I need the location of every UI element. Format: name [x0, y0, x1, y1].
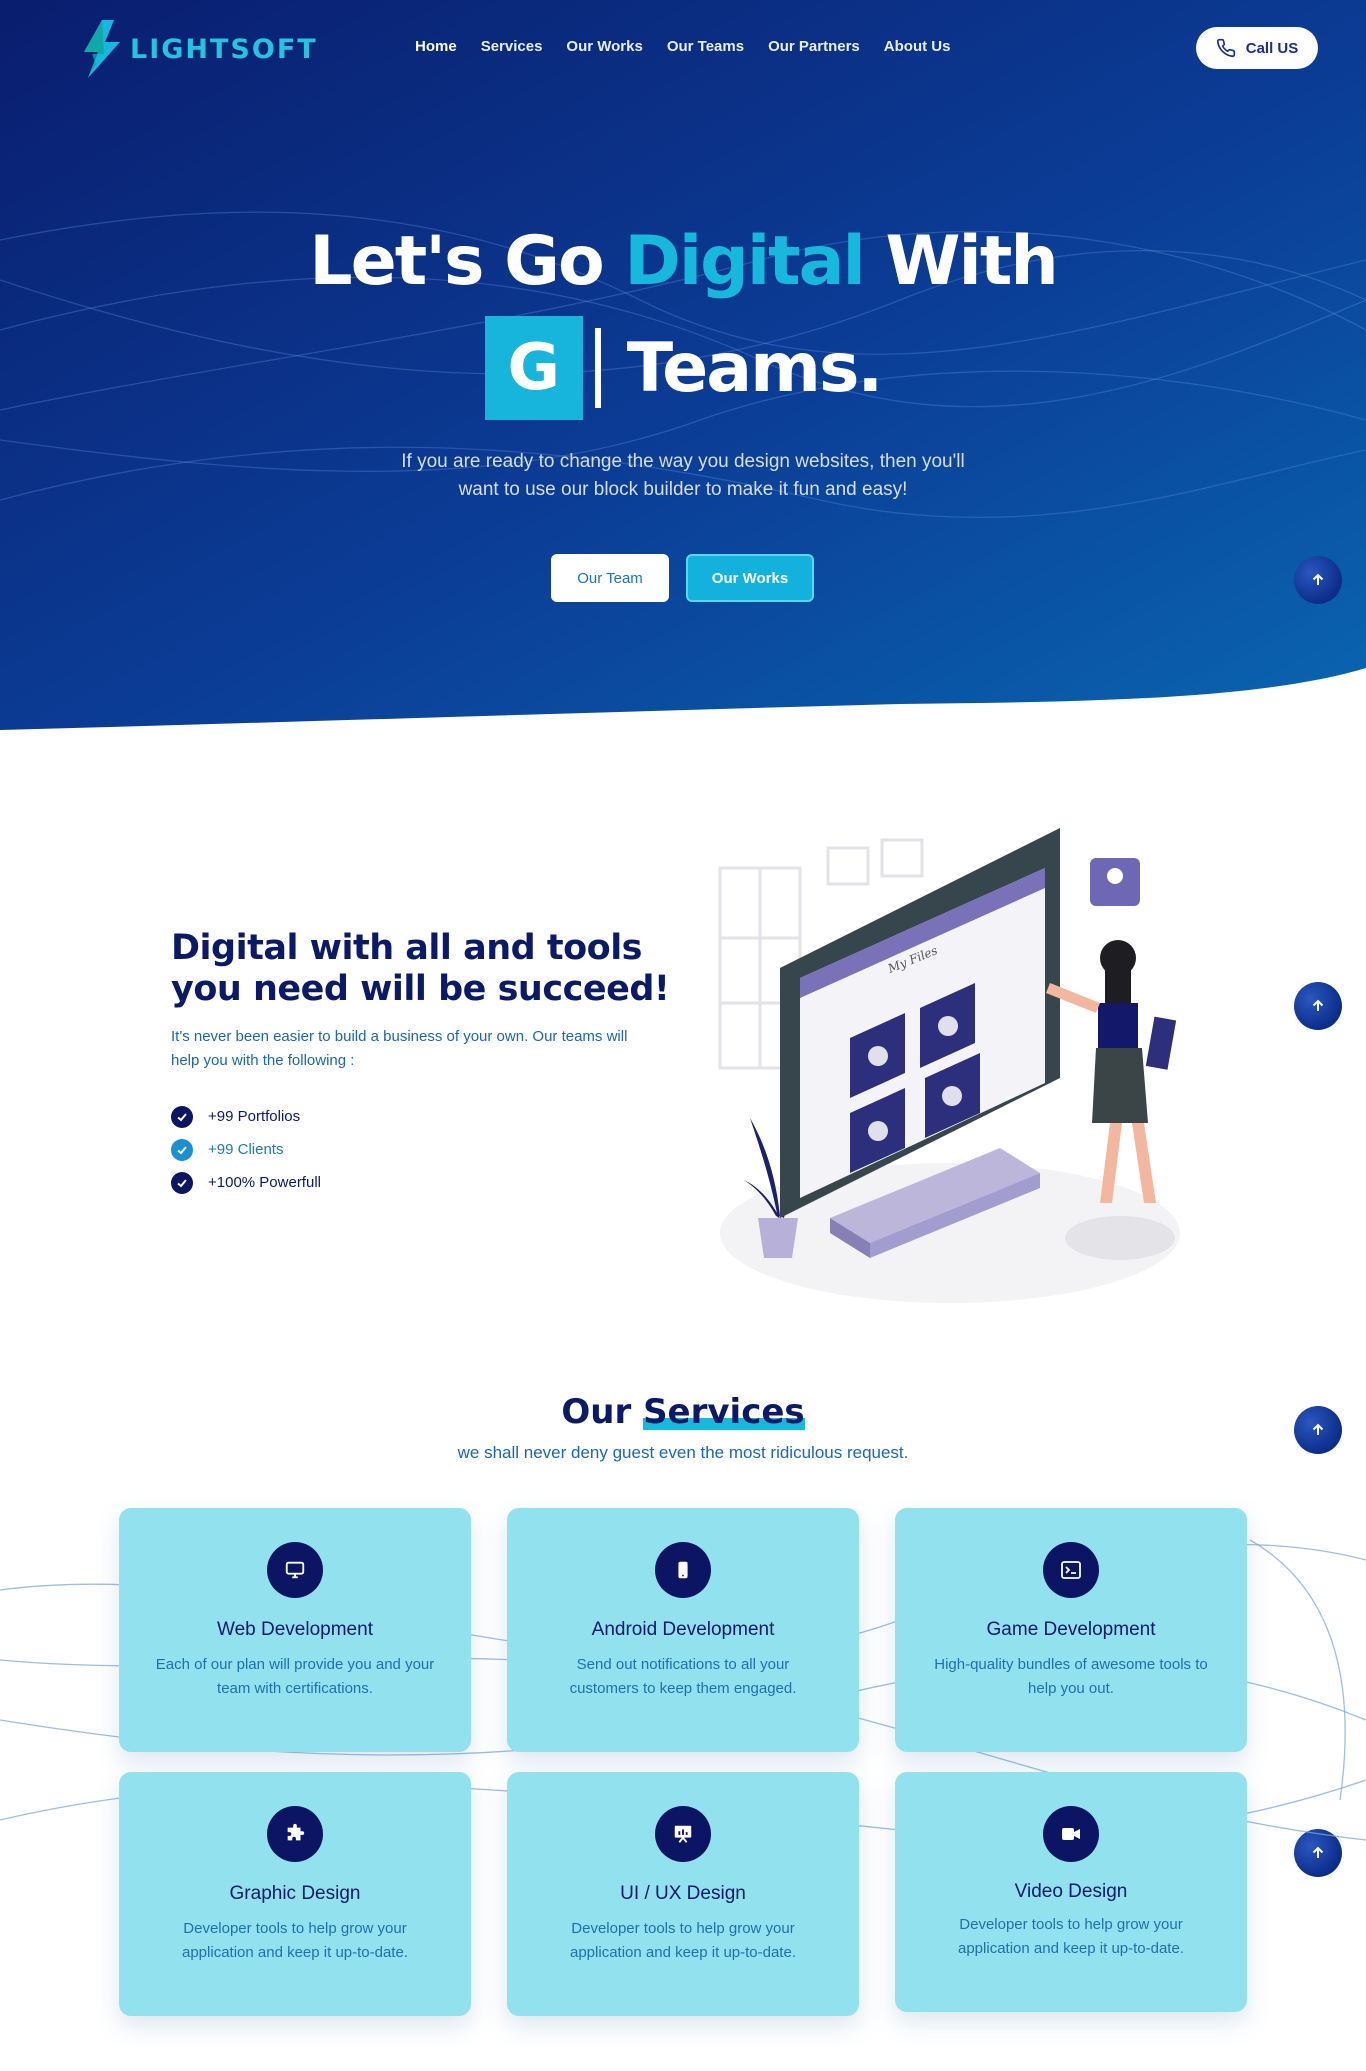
page: LIGHTSOFT Home Services Our Works Our Te…	[0, 0, 1366, 2071]
hero-section: LIGHTSOFT Home Services Our Works Our Te…	[0, 0, 1366, 740]
feature-title-line1: Digital with all and tools	[171, 928, 643, 968]
service-title: Video Design	[1014, 1881, 1128, 1902]
list-item-label: +99 Portfolios	[208, 1108, 301, 1125]
service-description: Each of our plan will provide you and yo…	[155, 1656, 435, 1697]
our-works-button[interactable]: Our Works	[686, 554, 814, 602]
service-title: UI / UX Design	[620, 1883, 746, 1904]
digital-files-illustration: My Files	[718, 828, 1180, 1303]
service-description: Developer tools to help grow your applic…	[958, 1916, 1184, 1957]
service-description: Developer tools to help grow your applic…	[570, 1920, 796, 1961]
mobile-icon	[655, 1542, 711, 1598]
puzzle-icon	[267, 1806, 323, 1862]
call-us-button[interactable]: Call US	[1196, 27, 1318, 69]
service-title: Web Development	[217, 1619, 373, 1640]
service-description: Developer tools to help grow your applic…	[182, 1920, 408, 1961]
service-description: High-quality bundles of awesome tools to…	[934, 1656, 1208, 1697]
feature-title: Digital with all and tools you need will…	[171, 928, 691, 1010]
typed-letter-box: G	[484, 316, 583, 420]
presentation-icon	[655, 1806, 711, 1862]
list-item-label: +99 Clients	[208, 1141, 284, 1158]
monitor-icon	[267, 1542, 323, 1598]
service-card-video-design[interactable]: Video Design Developer tools to help gro…	[895, 1772, 1247, 2012]
nav-services[interactable]: Services	[481, 38, 543, 55]
service-title: Android Development	[591, 1619, 775, 1640]
service-card-game-development[interactable]: Game Development High-quality bundles of…	[895, 1508, 1247, 1752]
hero-title-line2-text: Teams.	[626, 328, 884, 408]
feature-title-line2: you need will be	[171, 969, 498, 1009]
list-item: +99 Clients	[171, 1133, 321, 1166]
scroll-top-button[interactable]	[1294, 556, 1342, 604]
list-item: +100% Powerfull	[171, 1166, 321, 1199]
nav-home[interactable]: Home	[415, 38, 457, 55]
nav-about-us[interactable]: About Us	[884, 38, 951, 55]
feature-description: It's never been easier to build a busine…	[171, 1028, 628, 1069]
service-card-graphic-design[interactable]: Graphic Design Developer tools to help g…	[119, 1772, 471, 2016]
nav-our-partners[interactable]: Our Partners	[768, 38, 860, 55]
service-card-web-development[interactable]: Web Development Each of our plan will pr…	[119, 1508, 471, 1752]
check-icon	[171, 1138, 193, 1161]
hero-title-line2: G Teams.	[0, 316, 1366, 420]
feature-title-highlight: succeed!	[497, 969, 670, 1010]
terminal-icon	[1043, 1542, 1099, 1598]
arrow-up-icon	[1312, 999, 1324, 1011]
phone-icon	[1216, 38, 1235, 58]
services-title-pre: Our	[561, 1392, 644, 1432]
feature-list: +99 Portfolios +99 Clients +100% Powerfu…	[171, 1100, 321, 1199]
services-title-highlight: Services	[643, 1392, 805, 1432]
hero-title-accent: Digital	[624, 222, 865, 301]
logo[interactable]: LIGHTSOFT	[80, 20, 318, 78]
list-item: +99 Portfolios	[171, 1100, 321, 1133]
list-item-label: +100% Powerfull	[208, 1174, 321, 1191]
arrow-up-icon	[1312, 573, 1324, 585]
our-team-button[interactable]: Our Team	[551, 554, 669, 602]
service-title: Game Development	[986, 1619, 1156, 1640]
feature-title-highlight-text: succeed!	[497, 969, 670, 1009]
typing-cursor	[594, 328, 601, 408]
nav-our-works[interactable]: Our Works	[566, 38, 642, 55]
hero-title-part2: With	[863, 222, 1059, 301]
services-title-highlight-text: Services	[643, 1392, 805, 1432]
scroll-top-button[interactable]	[1294, 982, 1342, 1030]
service-description: Send out notifications to all your custo…	[569, 1656, 797, 1697]
services-subtitle: we shall never deny guest even the most …	[457, 1443, 909, 1462]
lightning-logo-icon	[84, 20, 120, 78]
logo-text: LIGHTSOFT	[130, 33, 318, 65]
call-us-label: Call US	[1245, 39, 1299, 57]
nav-our-teams[interactable]: Our Teams	[667, 38, 744, 55]
hero-title-part1: Let's Go	[309, 222, 625, 301]
hero-subtitle: If you are ready to change the way you d…	[401, 451, 965, 500]
service-title: Graphic Design	[229, 1883, 361, 1904]
hero-title: Let's Go Digital With	[0, 222, 1366, 302]
services-title: Our Services	[0, 1392, 1366, 1432]
main-menu: Home Services Our Works Our Teams Our Pa…	[415, 38, 950, 55]
navbar: LIGHTSOFT Home Services Our Works Our Te…	[0, 0, 1366, 98]
check-icon	[171, 1105, 193, 1128]
video-icon	[1043, 1806, 1099, 1862]
check-icon	[171, 1171, 193, 1194]
service-card-ui-ux-design[interactable]: UI / UX Design Developer tools to help g…	[507, 1772, 859, 2016]
service-card-android-development[interactable]: Android Development Send out notificatio…	[507, 1508, 859, 1752]
